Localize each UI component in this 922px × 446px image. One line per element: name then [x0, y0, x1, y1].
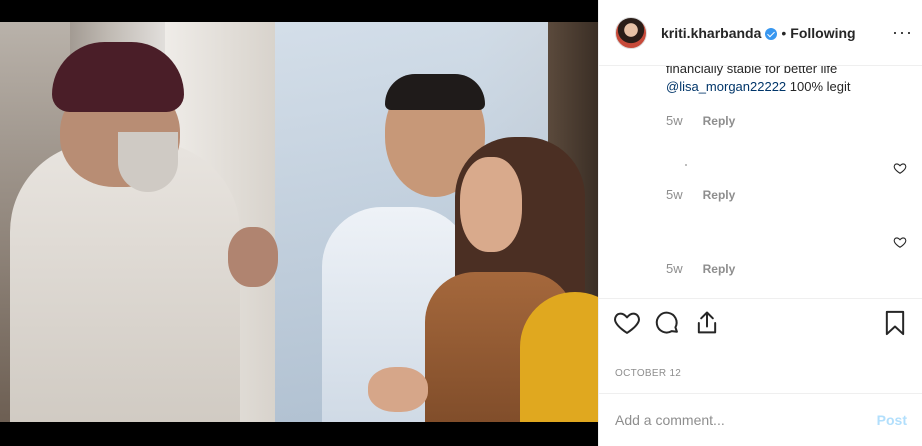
person-left-beard [118, 132, 178, 192]
post-date[interactable]: OCTOBER 12 [615, 368, 681, 379]
comment-like-heart-icon[interactable] [893, 161, 907, 175]
post-header: kriti.kharbanda • Following ··· [599, 0, 922, 66]
comment-time[interactable]: 5w [666, 261, 683, 276]
username-link[interactable]: kriti.kharbanda [661, 25, 761, 41]
instagram-post-modal: kriti.kharbanda • Following ··· financia… [0, 0, 922, 446]
heart-icon[interactable] [613, 309, 641, 337]
mention-link[interactable]: @lisa_morgan22222 [666, 79, 786, 94]
verified-badge-icon [765, 27, 778, 40]
post-side-panel: kriti.kharbanda • Following ··· financia… [598, 0, 922, 446]
person-left-fist [228, 227, 278, 287]
comment-time[interactable]: 5w [666, 187, 683, 202]
reply-button[interactable]: Reply [703, 262, 736, 276]
person-middle-hair [385, 74, 485, 110]
photo-area [0, 0, 598, 446]
more-options-icon[interactable]: ··· [892, 22, 913, 43]
add-comment-bar: Post [599, 393, 922, 446]
comment-time[interactable]: 5w [666, 113, 683, 128]
comment-meta: 5w Reply [666, 187, 735, 202]
foreground-yellow-blur [520, 292, 598, 422]
separator-dot: • [781, 24, 787, 41]
person-left-hat [52, 42, 184, 112]
person-right-hands [368, 367, 428, 412]
bookmark-icon[interactable] [881, 309, 909, 337]
post-image[interactable] [0, 22, 598, 422]
post-actions-bar [599, 298, 922, 348]
comment-input[interactable] [615, 412, 877, 428]
reply-button[interactable]: Reply [703, 114, 736, 128]
comment-meta: 5w Reply [666, 113, 735, 128]
following-button[interactable]: Following [790, 25, 855, 41]
comment-icon[interactable] [653, 309, 681, 337]
person-right-face [460, 157, 522, 252]
comment-text-fragment [685, 164, 687, 166]
post-comment-button[interactable]: Post [877, 412, 907, 428]
comment-text-partial: financially stable for better life [666, 66, 838, 76]
reply-button[interactable]: Reply [703, 188, 736, 202]
avatar[interactable] [615, 16, 647, 49]
comment-meta: 5w Reply [666, 261, 735, 276]
comment-suffix: 100% legit [786, 79, 851, 94]
share-icon[interactable] [693, 309, 721, 337]
comment-like-heart-icon[interactable] [893, 235, 907, 249]
comment-text-line: @lisa_morgan22222 100% legit [666, 78, 851, 96]
comments-list[interactable]: financially stable for better life @lisa… [599, 66, 922, 298]
